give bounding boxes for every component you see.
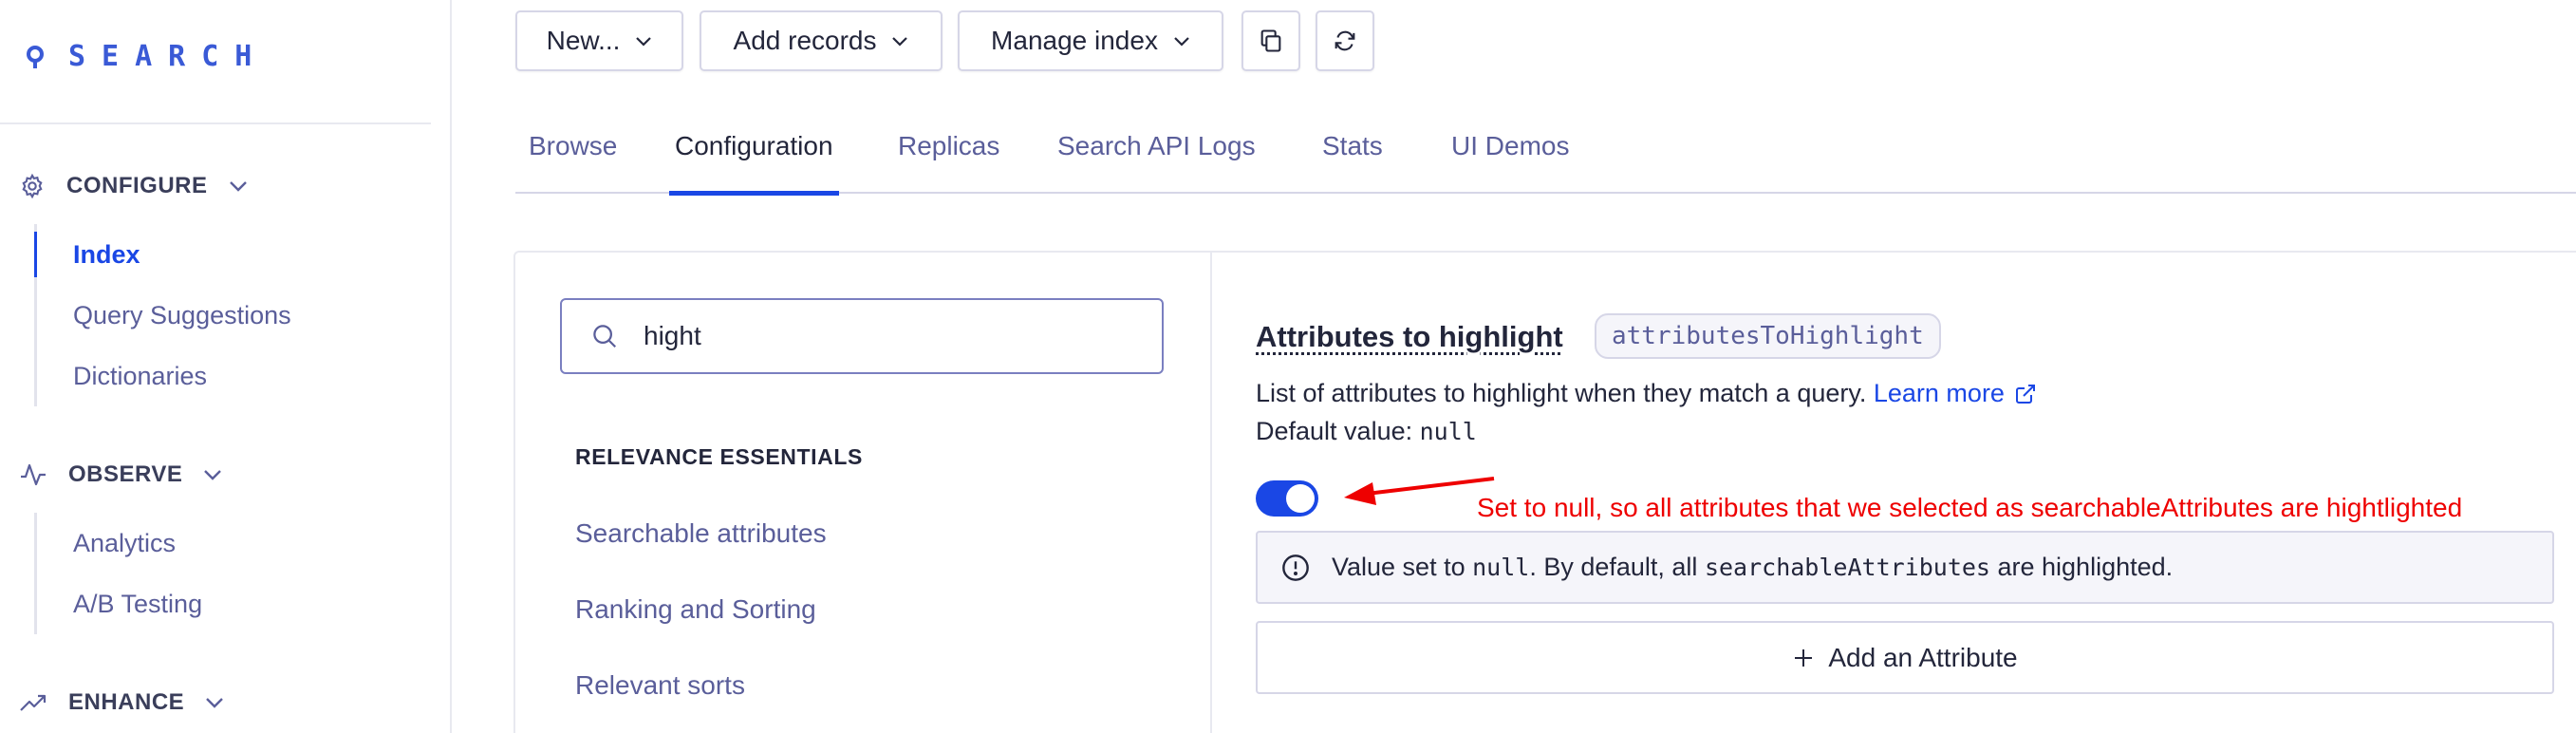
trending-icon [20, 694, 47, 711]
learn-more-label: Learn more [1873, 379, 2005, 407]
copy-index-button[interactable] [1241, 10, 1300, 71]
add-records-button[interactable]: Add records [700, 10, 943, 71]
section-label: CONFIGURE [66, 173, 208, 198]
sidebar-item-ab-testing[interactable]: A/B Testing [37, 573, 202, 634]
tab-configuration[interactable]: Configuration [669, 114, 839, 196]
divider [1210, 251, 1212, 733]
observe-nav: Analytics A/B Testing [34, 513, 202, 634]
chevron-down-icon [892, 36, 908, 47]
gear-icon [22, 173, 43, 199]
divider [0, 122, 431, 124]
toggle-knob [1286, 484, 1315, 513]
tab-bar: Browse Configuration Replicas Search API… [515, 114, 2576, 196]
learn-more-link[interactable]: Learn more [1874, 379, 2037, 408]
add-records-label: Add records [733, 26, 877, 55]
add-attribute-label: Add an Attribute [1828, 642, 2018, 672]
search-icon [593, 325, 617, 348]
nav-relevant-sorts[interactable]: Relevant sorts [575, 670, 745, 701]
new-button[interactable]: New... [515, 10, 683, 71]
section-configure[interactable]: CONFIGURE [19, 173, 248, 199]
info-message: Value set to null. By default, all searc… [1256, 531, 2554, 604]
sidebar-item-dictionaries[interactable]: Dictionaries [37, 346, 291, 406]
chevron-down-icon [229, 181, 247, 192]
info-code: searchableAttributes [1704, 554, 1990, 581]
section-enhance[interactable]: ENHANCE [19, 689, 224, 716]
info-mid: . By default, all [1529, 553, 1698, 581]
nav-searchable-attributes[interactable]: Searchable attributes [575, 518, 827, 549]
new-button-label: New... [546, 26, 621, 55]
setting-code-badge: attributesToHighlight [1595, 313, 1941, 359]
activity-icon [21, 463, 46, 486]
settings-search-box[interactable] [560, 298, 1164, 374]
tab-search-api-logs[interactable]: Search API Logs [1057, 114, 1256, 194]
search-logo-icon [27, 45, 44, 68]
tab-replicas[interactable]: Replicas [898, 114, 999, 194]
info-suffix: are highlighted. [1997, 553, 2174, 581]
annotation-arrow [1344, 477, 1495, 505]
setting-title: Attributes to highlight [1256, 320, 1563, 353]
sidebar-item-query-suggestions[interactable]: Query Suggestions [37, 285, 291, 346]
default-label: Default value: [1256, 417, 1413, 445]
logo-text: SEARCH [68, 40, 269, 73]
chevron-down-icon [636, 36, 652, 47]
section-label: OBSERVE [68, 461, 183, 487]
description-text: List of attributes to highlight when the… [1256, 379, 1867, 407]
default-value-code: null [1419, 418, 1477, 445]
info-null-code: null [1472, 554, 1530, 581]
settings-search-input[interactable] [644, 321, 1118, 351]
refresh-icon [1335, 30, 1355, 51]
manage-index-label: Manage index [991, 26, 1158, 55]
add-attribute-button[interactable]: Add an Attribute [1256, 621, 2554, 694]
annotation-text: Set to null, so all attributes that we s… [1477, 493, 2463, 522]
default-value: Default value: null [1256, 417, 1477, 446]
null-toggle[interactable] [1256, 480, 1318, 517]
tab-stats[interactable]: Stats [1322, 114, 1383, 194]
refresh-button[interactable] [1316, 10, 1374, 71]
tab-ui-demos[interactable]: UI Demos [1451, 114, 1569, 194]
logo[interactable]: SEARCH [25, 40, 268, 73]
info-icon [1282, 554, 1309, 581]
sidebar-item-index[interactable]: Index [34, 224, 291, 285]
sidebar-item-analytics[interactable]: Analytics [37, 513, 202, 573]
external-link-icon [2015, 384, 2035, 404]
relevance-essentials-heading: RELEVANCE ESSENTIALS [575, 444, 863, 469]
info-text: Value set to null. By default, all searc… [1332, 553, 2173, 582]
chevron-down-icon [204, 470, 222, 480]
section-observe[interactable]: OBSERVE [19, 461, 222, 488]
chevron-down-icon [1174, 36, 1189, 47]
info-prefix: Value set to [1332, 553, 1465, 581]
setting-description: List of attributes to highlight when the… [1256, 379, 2037, 408]
plus-icon [1795, 648, 1813, 667]
configure-nav: Index Query Suggestions Dictionaries [34, 224, 291, 406]
tab-browse[interactable]: Browse [529, 114, 617, 194]
section-label: ENHANCE [68, 689, 185, 715]
nav-ranking-and-sorting[interactable]: Ranking and Sorting [575, 594, 816, 625]
copy-icon [1260, 29, 1281, 52]
sidebar: SEARCH CONFIGURE Index Query Suggestions… [0, 0, 452, 733]
chevron-down-icon [206, 698, 224, 708]
manage-index-button[interactable]: Manage index [958, 10, 1223, 71]
